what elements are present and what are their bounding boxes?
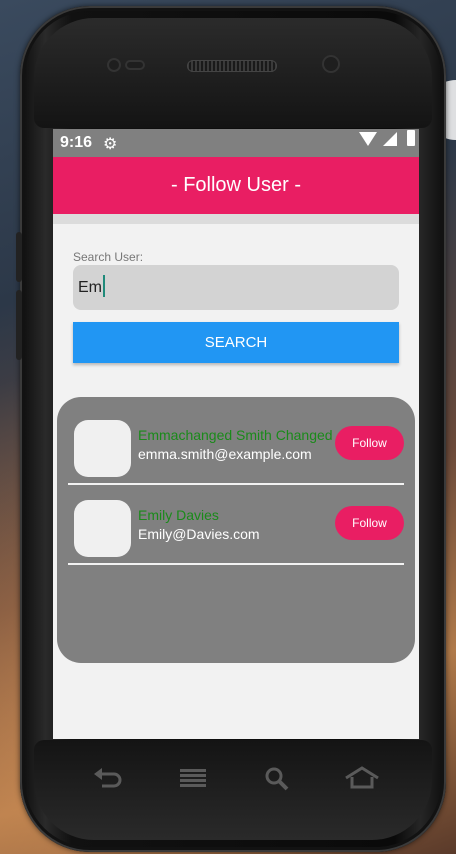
- menu-icon[interactable]: [178, 768, 208, 788]
- search-button-label: SEARCH: [204, 334, 268, 351]
- follow-button-label: Follow: [352, 436, 387, 450]
- volume-down-button[interactable]: [16, 290, 22, 360]
- app-bar-shadow: [53, 214, 419, 224]
- follow-button[interactable]: Follow: [335, 426, 404, 460]
- wifi-icon: [359, 132, 377, 146]
- user-name: Emily Davies: [138, 507, 219, 523]
- list-divider: [68, 563, 404, 565]
- list-item[interactable]: Emmachanged Smith Changed emma.smith@exa…: [57, 417, 415, 497]
- results-panel: Emmachanged Smith Changed emma.smith@exa…: [57, 397, 415, 663]
- battery-icon: [407, 130, 415, 146]
- list-item[interactable]: Emily Davies Emily@Davies.com Follow: [57, 497, 415, 577]
- proximity-sensor: [107, 58, 121, 72]
- user-email: emma.smith@example.com: [138, 446, 312, 462]
- signal-icon: [383, 132, 397, 146]
- text-cursor: [103, 275, 105, 298]
- app-title: - Follow User -: [170, 174, 301, 196]
- phone-bottom-bezel: [34, 740, 432, 840]
- list-divider: [68, 483, 404, 485]
- volume-up-button[interactable]: [16, 232, 22, 282]
- app-screen: 9:16 ⚙ - Follow User - Search User: Em S…: [53, 129, 419, 739]
- home-icon[interactable]: [344, 766, 380, 790]
- search-button[interactable]: SEARCH: [73, 322, 399, 363]
- follow-button-label: Follow: [352, 516, 387, 530]
- earpiece-speaker: [187, 60, 277, 72]
- back-icon[interactable]: [92, 766, 122, 790]
- search-input-value: Em: [78, 279, 102, 296]
- light-sensor: [125, 60, 145, 70]
- avatar: [74, 420, 131, 477]
- search-label: Search User:: [73, 250, 144, 264]
- app-bar: - Follow User -: [53, 157, 419, 214]
- avatar: [74, 500, 131, 557]
- settings-icon: ⚙: [103, 136, 118, 153]
- status-time: 9:16: [60, 134, 93, 151]
- phone-top-bezel: [34, 18, 432, 128]
- search-input[interactable]: Em: [73, 265, 399, 310]
- user-name: Emmachanged Smith Changed: [138, 427, 333, 443]
- search-icon[interactable]: [264, 766, 290, 792]
- user-email: Emily@Davies.com: [138, 526, 260, 542]
- status-bar: 9:16 ⚙: [53, 129, 419, 157]
- follow-button[interactable]: Follow: [335, 506, 404, 540]
- front-camera: [322, 55, 340, 73]
